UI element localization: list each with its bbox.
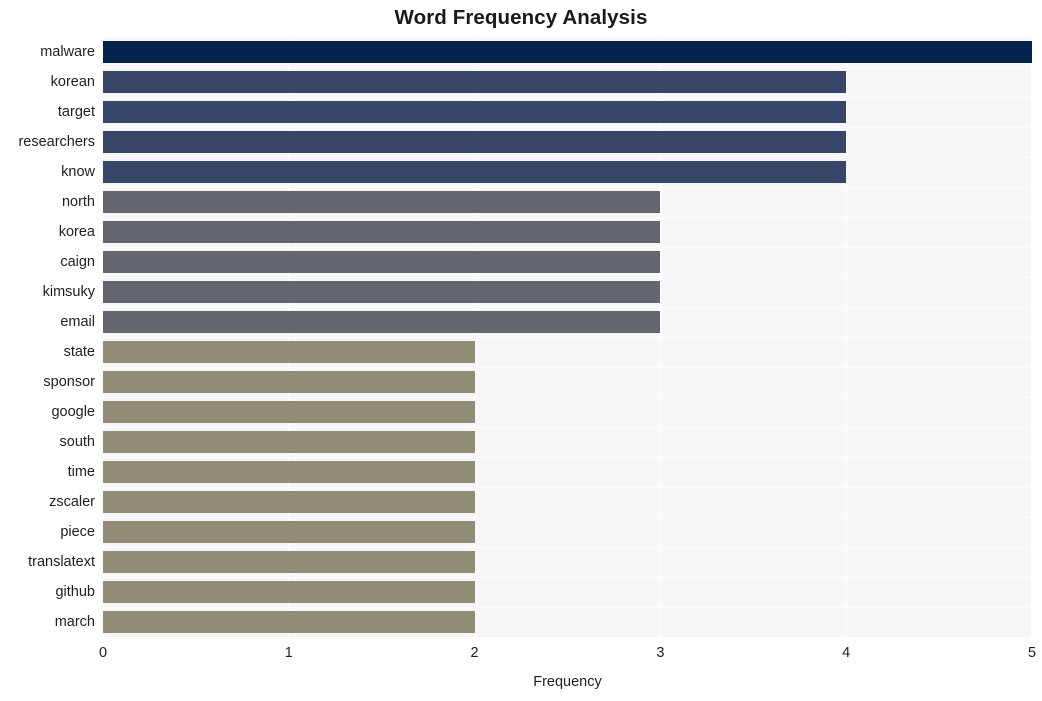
x-gridline xyxy=(659,37,662,637)
bar xyxy=(103,251,661,273)
y-axis-tick-labels: malware korean target researchers know north k… xyxy=(0,37,95,637)
y-axis-tick-label: target xyxy=(57,104,95,120)
x-gridline xyxy=(845,37,847,637)
y-axis-tick-label: email xyxy=(60,314,95,330)
y-axis-tick-label: caign xyxy=(60,254,95,270)
y-axis-tick-label: north xyxy=(61,194,95,210)
row-gridline xyxy=(103,67,1032,69)
row-gridline xyxy=(103,457,1032,459)
x-axis-title: Frequency xyxy=(533,674,602,690)
row-gridline xyxy=(103,127,1032,129)
row-gridline xyxy=(103,607,1032,609)
row-gridline xyxy=(103,577,1032,579)
row-gridline xyxy=(103,157,1032,159)
bar xyxy=(103,431,475,453)
x-axis-tick-label: 3 xyxy=(656,645,665,661)
row-gridline xyxy=(103,487,1032,489)
y-axis-tick-label: researchers xyxy=(18,134,95,150)
row-gridline xyxy=(103,217,1032,219)
row-gridline xyxy=(103,97,1032,99)
y-axis-tick-label: time xyxy=(67,464,95,480)
bar xyxy=(103,491,475,513)
bar xyxy=(103,101,847,123)
y-axis-tick-label: github xyxy=(55,584,95,600)
chart-figure: Word Frequency Analysis malware korean tar… xyxy=(0,0,1042,701)
x-gridline xyxy=(1031,37,1032,637)
bar xyxy=(103,551,475,573)
y-axis-tick-label: korean xyxy=(50,74,95,90)
bar xyxy=(103,311,661,333)
bar xyxy=(103,221,661,243)
x-axis-tick-label: 4 xyxy=(842,645,851,661)
bar xyxy=(103,281,661,303)
bar xyxy=(103,581,475,603)
bar xyxy=(103,41,1032,63)
row-gridline xyxy=(103,547,1032,549)
row-gridline xyxy=(103,427,1032,429)
row-gridline xyxy=(103,337,1032,339)
bar xyxy=(103,191,661,213)
x-axis-tick-label: 5 xyxy=(1027,645,1037,661)
y-axis-tick-label: south xyxy=(59,434,95,450)
row-gridline xyxy=(103,277,1032,279)
bar xyxy=(103,71,847,93)
y-axis-tick-label: sponsor xyxy=(43,374,95,390)
y-axis-tick-label: korea xyxy=(58,224,95,240)
y-axis-tick-label: zscaler xyxy=(49,494,95,510)
x-gridline xyxy=(103,37,104,637)
x-gridline xyxy=(288,37,290,637)
x-axis-tick-label: 2 xyxy=(470,645,479,661)
row-gridline xyxy=(103,367,1032,369)
y-axis-tick-label: know xyxy=(61,164,95,180)
bar xyxy=(103,371,475,393)
bar xyxy=(103,461,475,483)
bar xyxy=(103,161,847,183)
plot-area xyxy=(103,37,1032,637)
y-axis-tick-label: march xyxy=(54,614,95,630)
x-axis-tick-label: 0 xyxy=(98,645,108,661)
bar xyxy=(103,401,475,423)
x-axis-tick-label: 1 xyxy=(284,645,293,661)
row-gridline xyxy=(103,307,1032,309)
bar xyxy=(103,131,847,153)
bar xyxy=(103,341,475,363)
y-axis-tick-label: translatext xyxy=(28,554,95,570)
y-axis-tick-label: malware xyxy=(40,44,95,60)
x-axis-tick-labels: 0 1 2 3 4 5 xyxy=(99,645,1036,667)
y-axis-tick-label: google xyxy=(51,404,95,420)
chart-title: Word Frequency Analysis xyxy=(394,6,648,29)
y-axis-tick-label: state xyxy=(63,344,95,360)
bar xyxy=(103,611,475,633)
row-gridline xyxy=(103,517,1032,519)
row-gridline xyxy=(103,247,1032,249)
x-gridline xyxy=(473,37,476,637)
y-axis-tick-label: piece xyxy=(60,524,95,540)
y-axis-tick-label: kimsuky xyxy=(42,284,95,300)
row-gridline xyxy=(103,397,1032,399)
row-gridline xyxy=(103,187,1032,189)
bar xyxy=(103,521,475,543)
